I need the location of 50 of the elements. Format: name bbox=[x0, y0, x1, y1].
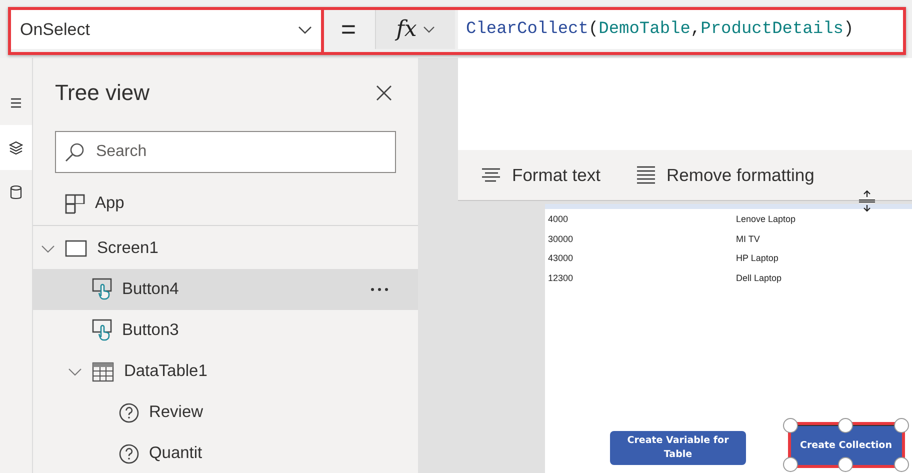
table-cell-text: Lenove Laptop bbox=[736, 213, 797, 226]
lines-icon bbox=[636, 166, 654, 184]
table-cell-text: MI TV bbox=[736, 232, 761, 246]
hand-pointer-icon bbox=[92, 319, 112, 342]
table-cell-text: 4000 bbox=[548, 213, 570, 226]
chevron-down-icon bbox=[298, 26, 312, 34]
search-icon bbox=[64, 142, 85, 162]
fx-button[interactable]: fx bbox=[375, 10, 455, 49]
search-field[interactable]: Search bbox=[54, 131, 396, 173]
screen-icon bbox=[64, 240, 87, 257]
question-circle-icon bbox=[118, 444, 139, 464]
selection-handle[interactable] bbox=[894, 418, 909, 433]
table-cell-text: Dell Laptop bbox=[736, 272, 783, 285]
menu-icon[interactable] bbox=[10, 96, 21, 108]
table-icon bbox=[92, 362, 114, 382]
selection-handle[interactable] bbox=[838, 418, 853, 433]
hand-pointer-icon bbox=[92, 278, 112, 301]
app-button[interactable]: Create Variable for Table bbox=[610, 431, 746, 465]
question-circle-icon bbox=[118, 402, 139, 422]
tree-item[interactable]: Button4 bbox=[32, 269, 418, 310]
table-cell-text: HP Laptop bbox=[736, 252, 780, 265]
chevron-down-icon bbox=[422, 26, 435, 33]
selection-handle[interactable] bbox=[783, 418, 798, 433]
chevron-down-icon[interactable] bbox=[40, 244, 55, 252]
table-cell-text: 30000 bbox=[548, 232, 574, 246]
format-text-button[interactable]: Format text bbox=[482, 164, 600, 186]
tree-item[interactable]: Quantit bbox=[32, 433, 418, 473]
database-icon[interactable] bbox=[10, 185, 22, 200]
tree-item[interactable]: Review bbox=[32, 392, 418, 433]
selection-handle[interactable] bbox=[894, 457, 909, 472]
selection-handle[interactable] bbox=[783, 457, 798, 472]
app-icon bbox=[64, 194, 85, 214]
close-icon[interactable] bbox=[376, 85, 392, 101]
tree-item[interactable]: Screen1 bbox=[32, 228, 418, 269]
table-cell-text: 12300 bbox=[548, 272, 574, 284]
formula-field[interactable]: ClearCollect(DemoTable,ProductDetails) bbox=[458, 10, 904, 49]
selection-handle[interactable] bbox=[838, 457, 853, 472]
layers-icon[interactable] bbox=[8, 140, 23, 154]
property-dropdown[interactable]: OnSelect bbox=[10, 10, 322, 49]
chevron-down-icon[interactable] bbox=[68, 368, 82, 376]
text-align-icon bbox=[482, 168, 500, 182]
resize-cursor-icon bbox=[858, 190, 876, 212]
equals-sign: = bbox=[340, 13, 358, 46]
remove-formatting-button[interactable]: Remove formatting bbox=[636, 164, 814, 186]
app-button[interactable]: Create Collection bbox=[790, 425, 902, 465]
tree-item[interactable]: DataTable1 bbox=[32, 351, 418, 392]
table-cell-text: 43000 bbox=[548, 252, 574, 265]
tree-item[interactable]: App bbox=[32, 183, 418, 224]
tree-item[interactable]: Button3 bbox=[32, 310, 418, 351]
panel-title: Tree view bbox=[54, 80, 150, 106]
